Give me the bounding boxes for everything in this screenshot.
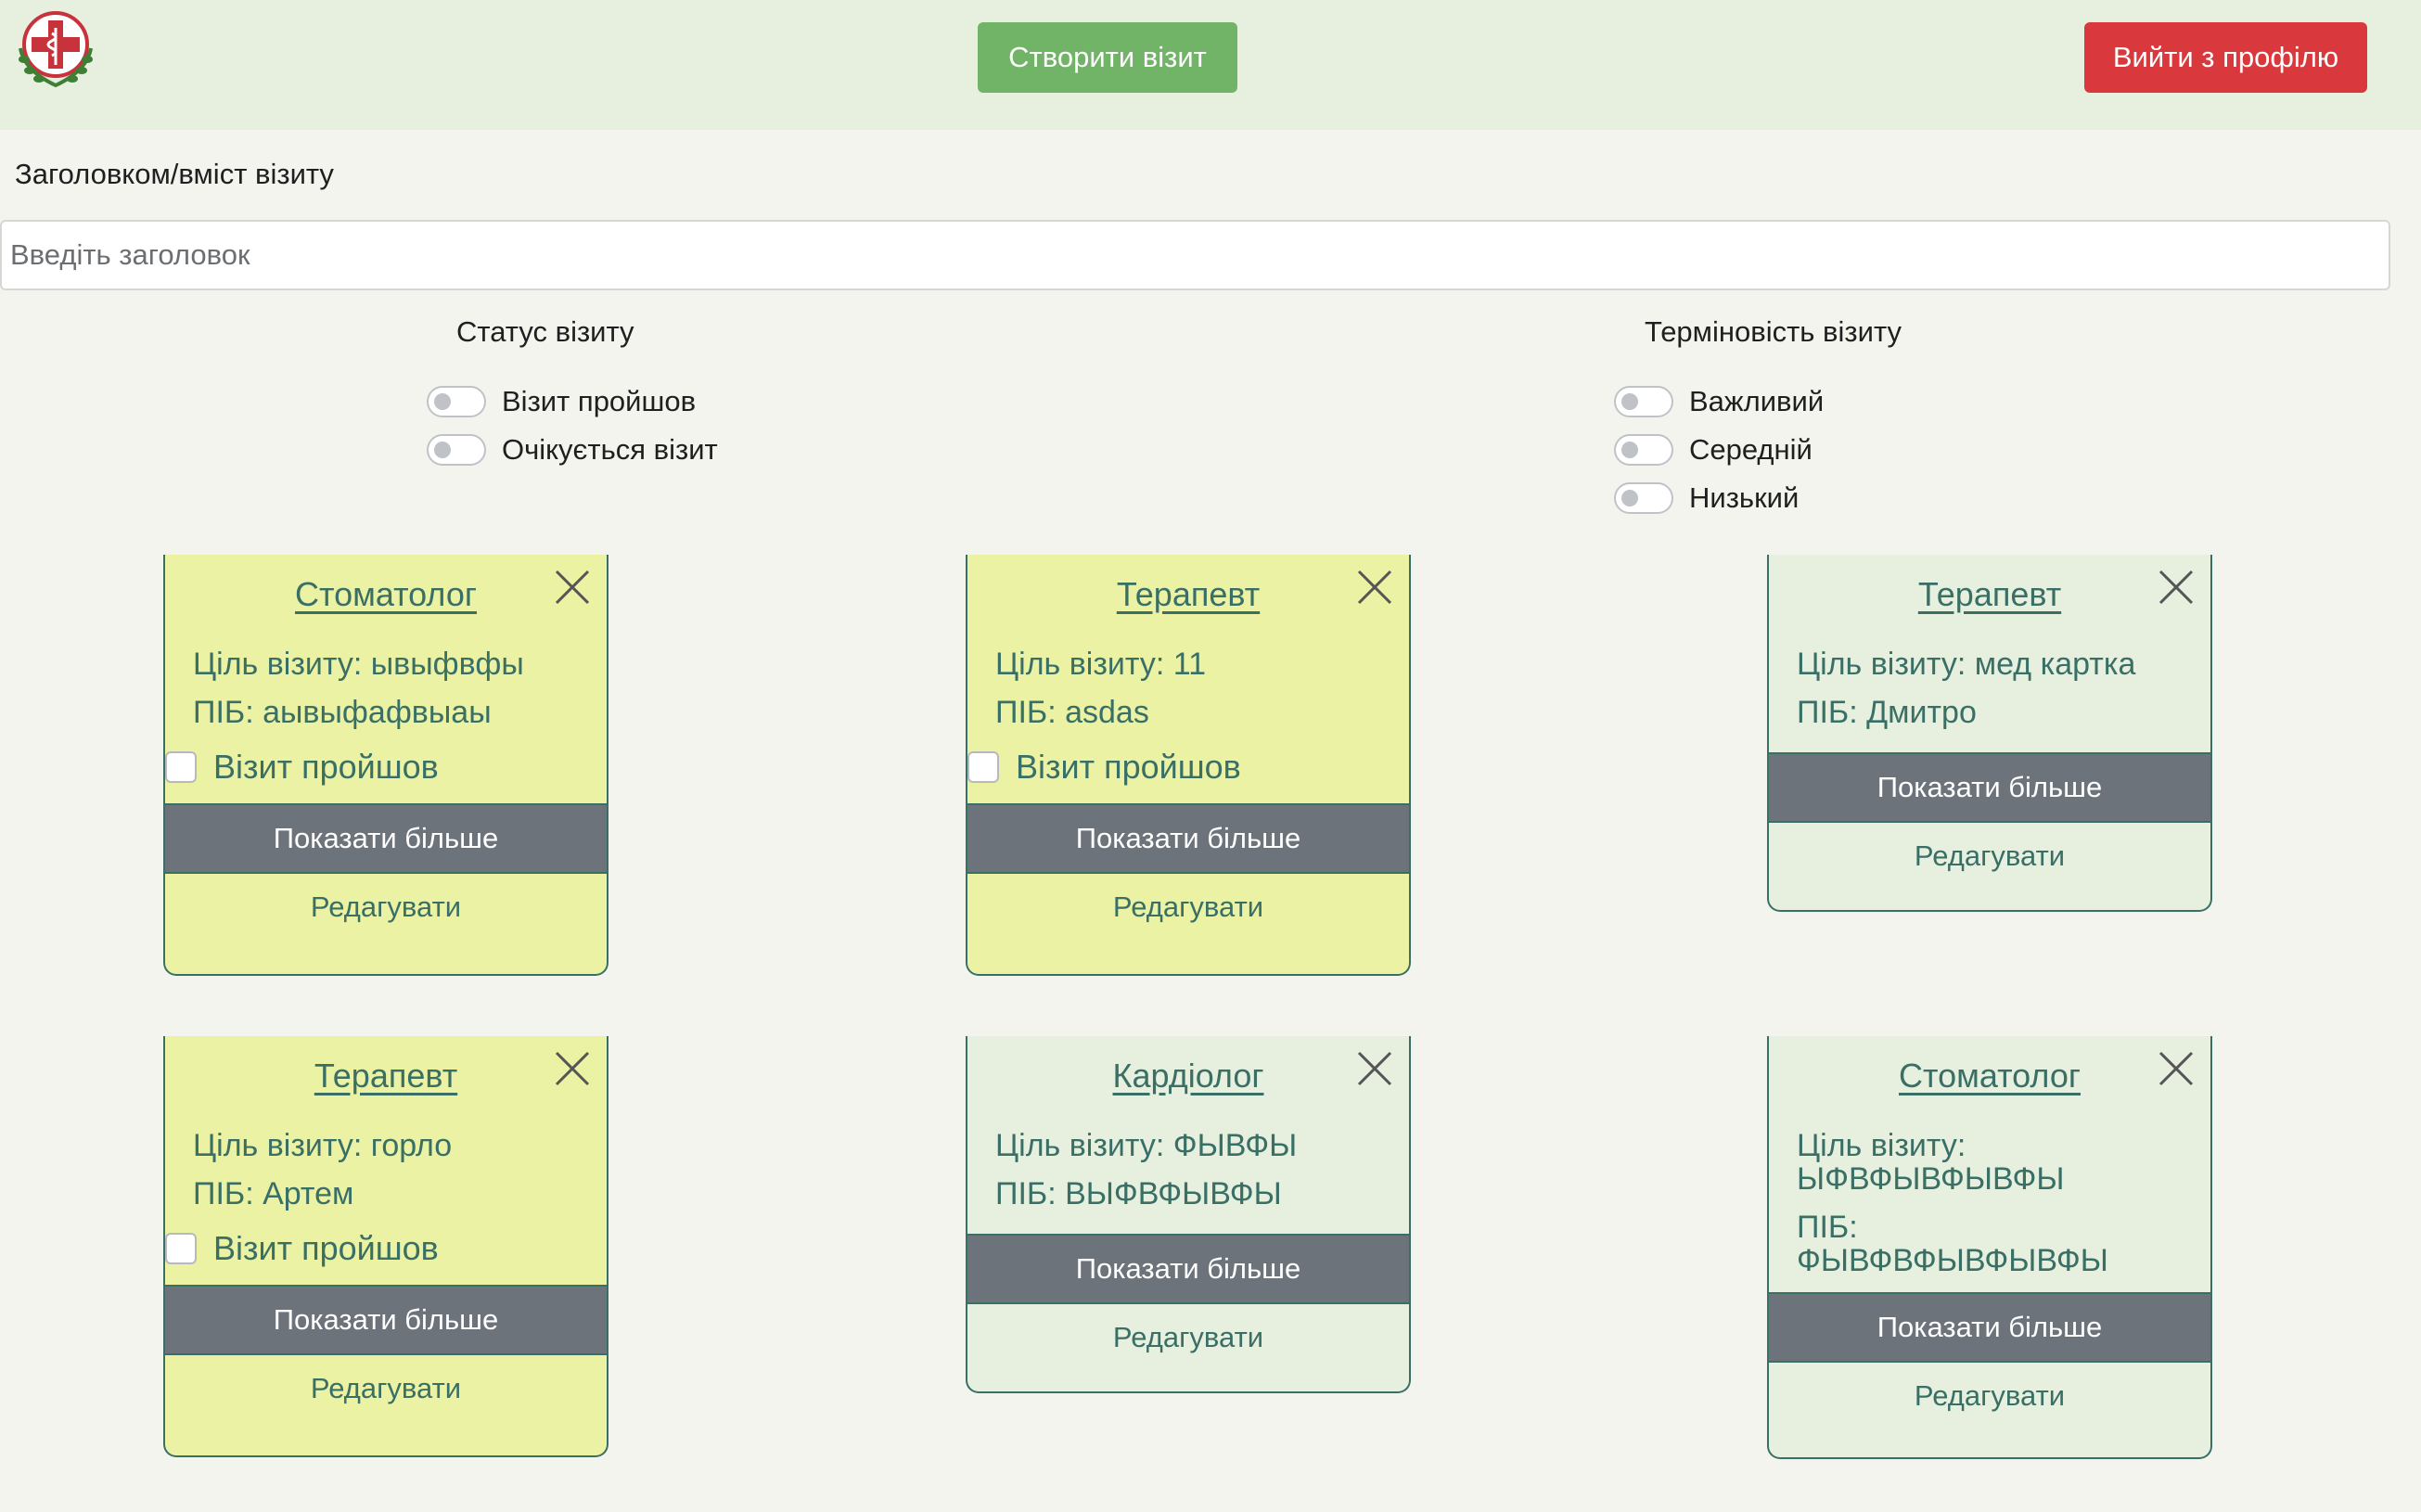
edit-button[interactable]: Редагувати	[967, 1304, 1409, 1371]
card-title-link[interactable]: Стоматолог	[1769, 1057, 2210, 1096]
close-icon[interactable]	[1355, 568, 1394, 607]
edit-button[interactable]: Редагувати	[165, 1355, 607, 1422]
card-body: Ціль візиту: мед картка ПІБ: Дмитро	[1769, 614, 2210, 737]
urgency-filter-title: Терміновість візиту	[1645, 315, 1902, 348]
card-title-link[interactable]: Терапевт	[1769, 575, 2210, 614]
card-title-link[interactable]: Терапевт	[165, 1057, 607, 1096]
urgency-filter-medium[interactable]: Середній	[1614, 431, 1813, 468]
logout-button[interactable]: Вийти з профілю	[2084, 22, 2367, 93]
medical-cross-logo-icon	[19, 11, 93, 88]
card-purpose-value: ЫФВФЫВФЫВФЫ	[1797, 1161, 2065, 1197]
edit-button[interactable]: Редагувати	[165, 874, 607, 941]
search-input[interactable]	[0, 220, 2390, 290]
card-purpose: Ціль візиту: 11	[995, 647, 1207, 682]
show-more-button[interactable]: Показати більше	[967, 1234, 1409, 1304]
visit-done-label: Візит пройшов	[213, 748, 439, 786]
card-patient-name-value: ФЫВФВФЫВФЫВФЫ	[1797, 1243, 2108, 1278]
card-purpose: Ціль візиту: горло	[193, 1128, 453, 1163]
edit-button[interactable]: Редагувати	[1769, 823, 2210, 890]
toggle-switch[interactable]	[1614, 434, 1673, 466]
header: Створити візит Вийти з профілю	[0, 0, 2421, 130]
card-patient-name-label: ПІБ:	[1797, 1210, 1858, 1245]
card-title-link[interactable]: Кардіолог	[967, 1057, 1409, 1096]
card-purpose: Ціль візиту: мед картка	[1797, 647, 2136, 682]
show-more-button[interactable]: Показати більше	[1769, 1292, 2210, 1363]
card-patient-name: ПІБ: аывыфафвыаы	[193, 695, 492, 730]
card-title-link[interactable]: Терапевт	[967, 575, 1409, 614]
close-icon[interactable]	[553, 1049, 592, 1088]
status-filter-title: Статус візиту	[456, 315, 634, 348]
card-patient-name: ПІБ: asdas	[995, 695, 1149, 730]
visit-done-label: Візит пройшов	[213, 1229, 439, 1267]
switch-label: Важливий	[1689, 385, 1825, 417]
card-purpose: Ціль візиту: ЫФВФЫВФЫВФЫ	[1797, 1129, 2183, 1196]
search-label: Заголовком/вміст візиту	[15, 158, 334, 190]
card-purpose: Ціль візиту: ывыфвфы	[193, 647, 524, 682]
urgency-filter-low[interactable]: Низький	[1614, 480, 1799, 517]
visit-card: Терапевт Ціль візиту: мед картка ПІБ: Дм…	[1767, 555, 2212, 912]
visit-card: Стоматолог Ціль візиту: ЫФВФЫВФЫВФЫ ПІБ:…	[1767, 1036, 2212, 1459]
visit-card: Стоматолог Ціль візиту: ывыфвфы ПІБ: аыв…	[163, 555, 608, 976]
card-patient-name: ПІБ: Артем	[193, 1176, 354, 1211]
status-filter-pending[interactable]: Очікується візит	[427, 431, 718, 468]
show-more-button[interactable]: Показати більше	[165, 1285, 607, 1355]
close-icon[interactable]	[2157, 568, 2196, 607]
show-more-button[interactable]: Показати більше	[967, 803, 1409, 874]
card-body: Ціль візиту: ЫФВФЫВФЫВФЫ ПІБ: ФЫВФВФЫВФЫ…	[1769, 1096, 2210, 1277]
card-patient-name: ПІБ: Дмитро	[1797, 695, 1977, 730]
visit-done-checkbox[interactable]	[967, 751, 999, 783]
visit-done-row[interactable]: Візит пройшов	[165, 744, 607, 790]
edit-button[interactable]: Редагувати	[1769, 1363, 2210, 1429]
toggle-switch[interactable]	[427, 434, 486, 466]
visit-card: Кардіолог Ціль візиту: ФЫВФЫ ПІБ: ВЫФВФЫ…	[966, 1036, 1411, 1393]
visit-card: Терапевт Ціль візиту: 11 ПІБ: asdas Візи…	[966, 555, 1411, 976]
visit-done-checkbox[interactable]	[165, 1233, 197, 1264]
visit-done-label: Візит пройшов	[1016, 748, 1241, 786]
visit-done-row[interactable]: Візит пройшов	[967, 744, 1409, 790]
show-more-button[interactable]: Показати більше	[1769, 752, 2210, 823]
toggle-switch[interactable]	[1614, 482, 1673, 514]
card-patient-name: ПІБ: ФЫВФВФЫВФЫВФЫ	[1797, 1211, 2183, 1277]
create-visit-button[interactable]: Створити візит	[978, 22, 1237, 93]
close-icon[interactable]	[1355, 1049, 1394, 1088]
toggle-switch[interactable]	[1614, 386, 1673, 417]
card-purpose: Ціль візиту: ФЫВФЫ	[995, 1128, 1298, 1163]
card-title-link[interactable]: Стоматолог	[165, 575, 607, 614]
visit-card: Терапевт Ціль візиту: горло ПІБ: Артем В…	[163, 1036, 608, 1457]
edit-button[interactable]: Редагувати	[967, 874, 1409, 941]
visit-done-checkbox[interactable]	[165, 751, 197, 783]
close-icon[interactable]	[2157, 1049, 2196, 1088]
card-body: Ціль візиту: горло ПІБ: Артем	[165, 1096, 607, 1218]
switch-label: Візит пройшов	[502, 385, 697, 417]
urgency-filter-high[interactable]: Важливий	[1614, 383, 1824, 420]
status-filter-done[interactable]: Візит пройшов	[427, 383, 696, 420]
toggle-switch[interactable]	[427, 386, 486, 417]
show-more-button[interactable]: Показати більше	[165, 803, 607, 874]
card-body: Ціль візиту: ывыфвфы ПІБ: аывыфафвыаы	[165, 614, 607, 737]
switch-label: Середній	[1689, 433, 1813, 466]
card-body: Ціль візиту: 11 ПІБ: asdas	[967, 614, 1409, 737]
card-body: Ціль візиту: ФЫВФЫ ПІБ: ВЫФВФЫВФЫ	[967, 1096, 1409, 1218]
switch-label: Низький	[1689, 481, 1800, 514]
switch-label: Очікується візит	[502, 433, 718, 466]
card-purpose-label: Ціль візиту:	[1797, 1128, 1966, 1163]
visit-done-row[interactable]: Візит пройшов	[165, 1225, 607, 1272]
close-icon[interactable]	[553, 568, 592, 607]
card-patient-name: ПІБ: ВЫФВФЫВФЫ	[995, 1176, 1282, 1211]
